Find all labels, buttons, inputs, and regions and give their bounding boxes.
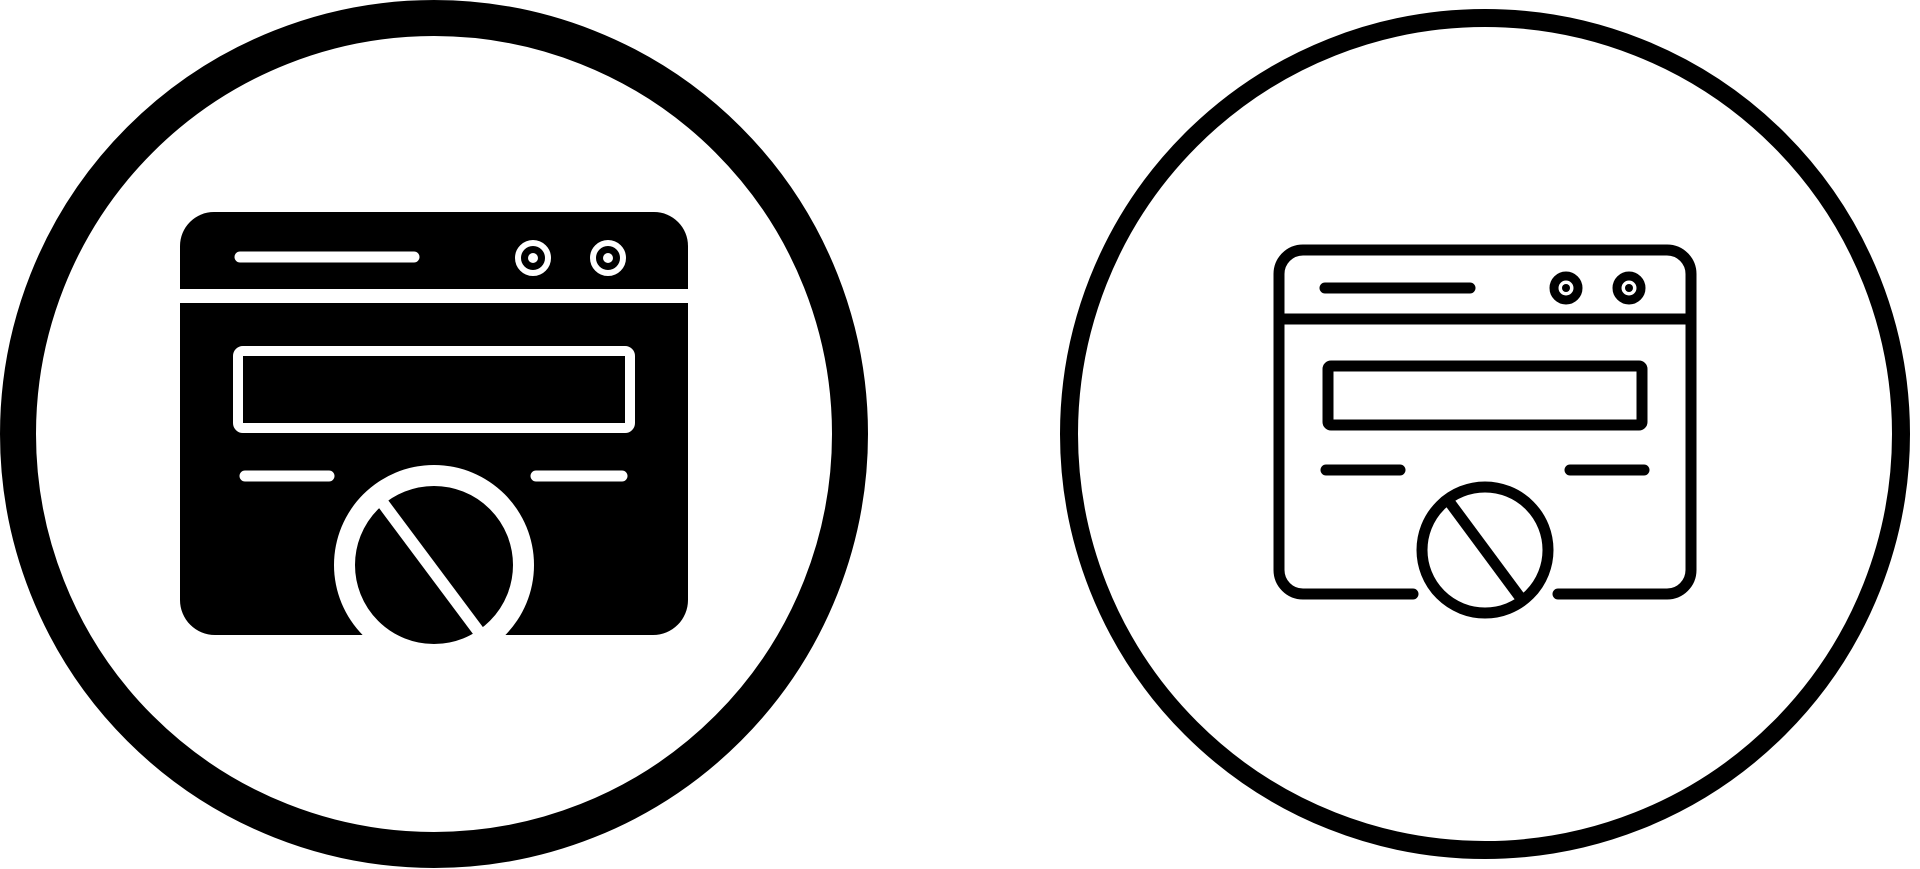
blocked-webpage-glyph-icon bbox=[0, 0, 868, 868]
blocked-webpage-outline-icon bbox=[1060, 9, 1910, 859]
outline-window-button-2-dot bbox=[1625, 284, 1633, 292]
icon-pair-canvas bbox=[0, 0, 1920, 869]
outline-window-button-1-dot bbox=[1562, 284, 1570, 292]
glyph-content-banner bbox=[233, 346, 635, 433]
icon-set-svg bbox=[0, 0, 1910, 868]
outline-content-banner bbox=[1322, 360, 1648, 431]
outline-frame-circle bbox=[1060, 9, 1910, 859]
glyph-window-button-2-dot bbox=[603, 253, 613, 263]
glyph-window-button-1-dot bbox=[528, 253, 538, 263]
